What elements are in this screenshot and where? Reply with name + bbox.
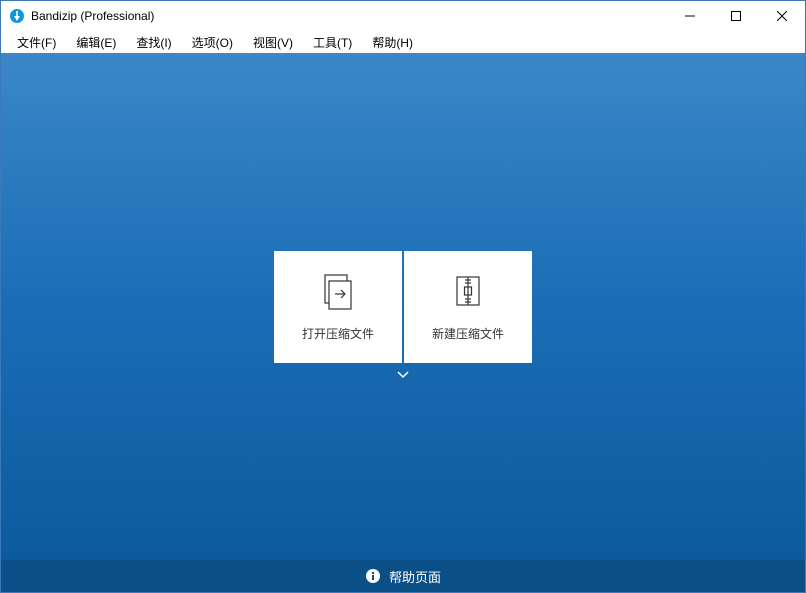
open-archive-tile[interactable]: 打开压缩文件: [274, 251, 402, 363]
help-label: 帮助页面: [389, 567, 441, 586]
open-archive-icon: [318, 271, 358, 311]
close-button[interactable]: [759, 1, 805, 31]
info-icon: [365, 568, 381, 584]
window-controls: [667, 1, 805, 31]
menu-help[interactable]: 帮助(H): [362, 32, 423, 53]
maximize-button[interactable]: [713, 1, 759, 31]
menu-edit[interactable]: 编辑(E): [66, 32, 126, 53]
expand-toggle[interactable]: [393, 367, 413, 383]
titlebar: Bandizip (Professional): [1, 1, 805, 31]
menu-options[interactable]: 选项(O): [182, 32, 243, 53]
main-area: 打开压缩文件 新建压缩文件: [1, 53, 805, 560]
menu-view[interactable]: 视图(V): [243, 32, 303, 53]
menu-file[interactable]: 文件(F): [7, 32, 66, 53]
window-title: Bandizip (Professional): [31, 9, 667, 23]
tiles-container: 打开压缩文件 新建压缩文件: [274, 251, 532, 363]
new-archive-icon: [448, 271, 488, 311]
app-icon: [9, 8, 25, 24]
new-archive-tile[interactable]: 新建压缩文件: [404, 251, 532, 363]
menubar: 文件(F) 编辑(E) 查找(I) 选项(O) 视图(V) 工具(T) 帮助(H…: [1, 31, 805, 53]
menu-find[interactable]: 查找(I): [126, 32, 181, 53]
open-archive-label: 打开压缩文件: [302, 325, 374, 342]
minimize-button[interactable]: [667, 1, 713, 31]
chevron-down-icon: [397, 366, 409, 384]
help-bar[interactable]: 帮助页面: [1, 560, 805, 592]
new-archive-label: 新建压缩文件: [432, 325, 504, 342]
menu-tools[interactable]: 工具(T): [303, 32, 362, 53]
